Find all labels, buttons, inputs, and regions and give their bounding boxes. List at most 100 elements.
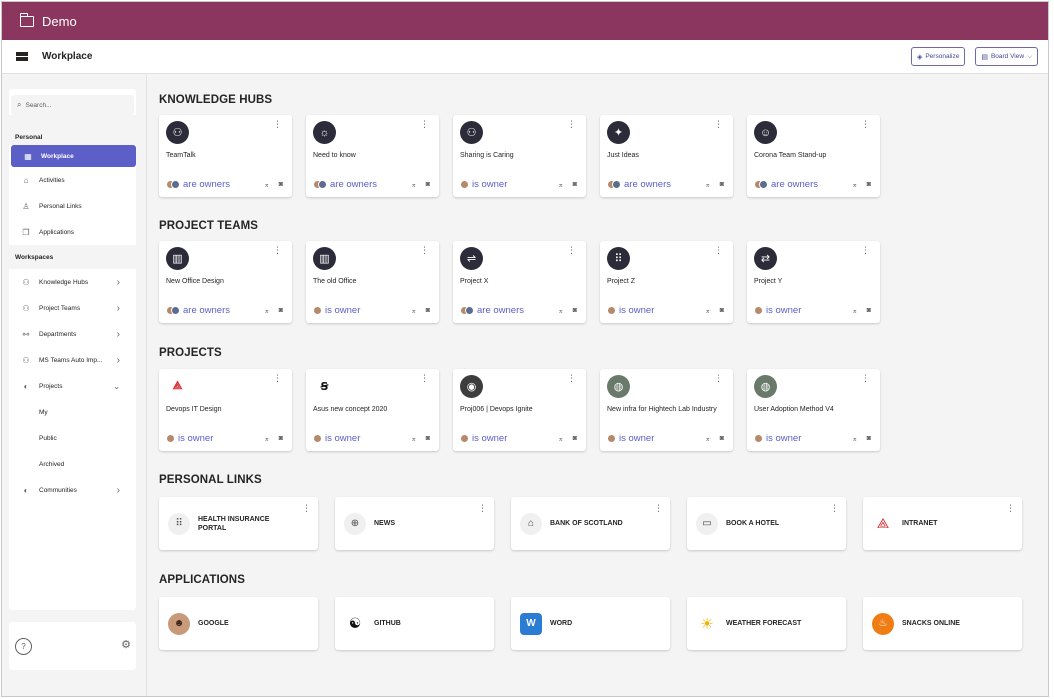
sidebar-item-personal-links[interactable]: ♙ Personal Links xyxy=(9,193,136,219)
workspace-card[interactable]: ☼ ⋮ Need to know are owners ⌅ ◙ xyxy=(306,115,439,197)
teams-app-icon[interactable]: ◙ xyxy=(279,307,283,315)
workspace-card[interactable]: ⟁ ⋮ Devops IT Design is owner ⌅ ◙ xyxy=(159,369,292,451)
teams-app-icon[interactable]: ◙ xyxy=(279,435,283,443)
link-card[interactable]: ♨ SNACKS ONLINE xyxy=(863,597,1022,650)
sidebar-subitem-archived[interactable]: Archived xyxy=(9,451,136,477)
pin-icon[interactable]: ⌅ xyxy=(264,435,270,443)
teams-app-icon[interactable]: ◙ xyxy=(573,181,577,189)
workspace-card[interactable]: Ꞩ ⋮ Asus new concept 2020 is owner ⌅ ◙ xyxy=(306,369,439,451)
more-options-icon[interactable]: ⋮ xyxy=(567,374,576,383)
link-card[interactable]: ⊕ NEWS ⋮ xyxy=(335,497,494,550)
sidebar-item-project-teams[interactable]: ⚇ Project Teams › xyxy=(9,295,136,321)
pin-icon[interactable]: ⌅ xyxy=(705,435,711,443)
card-actions: ⌅ ◙ xyxy=(255,307,283,315)
sidebar-item-departments[interactable]: ⚯ Departments › xyxy=(9,321,136,347)
sidebar-item-ms-teams-auto-import[interactable]: ⚇ MS Teams Auto Imp... › xyxy=(9,347,136,373)
workspace-card[interactable]: ⚇ ⋮ Sharing is Caring is owner ⌅ ◙ xyxy=(453,115,586,197)
more-options-icon[interactable]: ⋮ xyxy=(861,120,870,129)
teams-app-icon[interactable]: ◙ xyxy=(720,435,724,443)
pin-icon[interactable]: ⌅ xyxy=(852,307,858,315)
pin-icon[interactable]: ⌅ xyxy=(411,435,417,443)
pin-icon[interactable]: ⌅ xyxy=(852,181,858,189)
teams-app-icon[interactable]: ◙ xyxy=(867,435,871,443)
pin-icon[interactable]: ⌅ xyxy=(558,307,564,315)
link-card[interactable]: ☻ GOOGLE xyxy=(159,597,318,650)
owner-label: is owner xyxy=(472,433,508,444)
teams-app-icon[interactable]: ◙ xyxy=(867,307,871,315)
sidebar-item-workplace[interactable]: ▦ Workplace xyxy=(11,145,136,167)
pin-icon[interactable]: ⌅ xyxy=(558,435,564,443)
personalize-button[interactable]: ◈ Personalize xyxy=(910,47,966,66)
folder-icon xyxy=(19,12,34,27)
workspace-card[interactable]: ◉ ⋮ Proj006 | Devops Ignite is owner ⌅ ◙ xyxy=(453,369,586,451)
more-options-icon[interactable]: ⋮ xyxy=(654,503,663,514)
sidebar-subitem-my[interactable]: My xyxy=(9,399,136,425)
teams-app-icon[interactable]: ◙ xyxy=(573,435,577,443)
teams-app-icon[interactable]: ◙ xyxy=(279,181,283,189)
sidebar-item-communities[interactable]: ◐ Communities › xyxy=(9,477,136,503)
workspace-card[interactable]: ⇌ ⋮ Project Xare owners ⌅ ◙ xyxy=(453,241,586,323)
pin-icon[interactable]: ⌅ xyxy=(852,435,858,443)
link-card[interactable]: ⟁ INTRANET ⋮ xyxy=(863,497,1022,550)
pin-icon[interactable]: ⌅ xyxy=(264,307,270,315)
more-options-icon[interactable]: ⋮ xyxy=(420,374,429,383)
sidebar-item-activities[interactable]: ⌂ Activities xyxy=(9,167,136,193)
hamburger-menu-icon[interactable] xyxy=(16,51,28,62)
help-icon[interactable]: ? xyxy=(15,638,32,655)
workspace-card[interactable]: ☺ ⋮ Corona Team Stand-up are owners ⌅ ◙ xyxy=(747,115,880,197)
link-card[interactable]: ⌂ BANK OF SCOTLAND ⋮ xyxy=(511,497,670,550)
link-card[interactable]: W WORD xyxy=(511,597,670,650)
workspace-card[interactable]: ⇄ ⋮ Project Yis owner ⌅ ◙ xyxy=(747,241,880,323)
workspace-card[interactable]: ◍ ⋮ User Adoption Method V4 is owner ⌅ ◙ xyxy=(747,369,880,451)
more-options-icon[interactable]: ⋮ xyxy=(302,503,311,514)
workspace-card[interactable]: ▥ ⋮ The old Office is owner ⌅ ◙ xyxy=(306,241,439,323)
owner-label: is owner xyxy=(325,433,361,444)
board-view-dropdown[interactable]: ▤ Board View ⌵ xyxy=(975,47,1038,66)
more-options-icon[interactable]: ⋮ xyxy=(420,120,429,129)
workspace-card[interactable]: ✦ ⋮ Just Ideas are owners ⌅ ◙ xyxy=(600,115,733,197)
more-options-icon[interactable]: ⋮ xyxy=(478,503,487,514)
pin-icon[interactable]: ⌅ xyxy=(558,181,564,189)
link-card[interactable]: ☀ WEATHER FORECAST xyxy=(687,597,846,650)
pin-icon[interactable]: ⌅ xyxy=(705,181,711,189)
more-options-icon[interactable]: ⋮ xyxy=(830,503,839,514)
more-options-icon[interactable]: ⋮ xyxy=(273,246,282,255)
teams-app-icon[interactable]: ◙ xyxy=(720,307,724,315)
card-actions: ⌅ ◙ xyxy=(696,181,724,189)
pin-icon[interactable]: ⌅ xyxy=(411,307,417,315)
workspace-card[interactable]: ◍ ⋮ New infra for Hightech Lab Industry is … xyxy=(600,369,733,451)
pin-icon[interactable]: ⌅ xyxy=(411,181,417,189)
more-options-icon[interactable]: ⋮ xyxy=(714,374,723,383)
more-options-icon[interactable]: ⋮ xyxy=(567,120,576,129)
more-options-icon[interactable]: ⋮ xyxy=(273,374,282,383)
teams-app-icon[interactable]: ◙ xyxy=(426,307,430,315)
sidebar-subitem-public[interactable]: Public xyxy=(9,425,136,451)
more-options-icon[interactable]: ⋮ xyxy=(1006,503,1015,514)
teams-app-icon[interactable]: ◙ xyxy=(867,181,871,189)
more-options-icon[interactable]: ⋮ xyxy=(420,246,429,255)
sidebar-item-projects[interactable]: ◐ Projects ⌄ xyxy=(9,373,136,399)
more-options-icon[interactable]: ⋮ xyxy=(714,120,723,129)
teams-app-icon[interactable]: ◙ xyxy=(720,181,724,189)
more-options-icon[interactable]: ⋮ xyxy=(861,246,870,255)
teams-app-icon[interactable]: ◙ xyxy=(573,307,577,315)
workspace-card[interactable]: ⚇ ⋮ TeamTalk are owners ⌅ ◙ xyxy=(159,115,292,197)
search-input[interactable]: ⌕ Search... xyxy=(11,95,134,115)
teams-app-icon[interactable]: ◙ xyxy=(426,435,430,443)
link-card[interactable]: ⠿ HEALTH INSURANCE PORTAL ⋮ xyxy=(159,497,318,550)
more-options-icon[interactable]: ⋮ xyxy=(567,246,576,255)
workspace-card[interactable]: ▥ ⋮ New Office Design are owners ⌅ ◙ xyxy=(159,241,292,323)
link-card[interactable]: ▭ BOOK A HOTEL ⋮ xyxy=(687,497,846,550)
link-card[interactable]: ☯ GITHUB xyxy=(335,597,494,650)
more-options-icon[interactable]: ⋮ xyxy=(714,246,723,255)
more-options-icon[interactable]: ⋮ xyxy=(861,374,870,383)
more-options-icon[interactable]: ⋮ xyxy=(273,120,282,129)
pin-icon[interactable]: ⌅ xyxy=(705,307,711,315)
pin-icon[interactable]: ⌅ xyxy=(264,181,270,189)
workspace-card[interactable]: ⠿ ⋮ Project Zis owner ⌅ ◙ xyxy=(600,241,733,323)
building-icon: ▥ xyxy=(166,247,189,270)
sidebar-item-applications[interactable]: ❐ Applications xyxy=(9,219,136,245)
gear-icon[interactable]: ⚙ xyxy=(121,638,131,651)
sidebar-item-knowledge-hubs[interactable]: ⚇ Knowledge Hubs › xyxy=(9,269,136,295)
teams-app-icon[interactable]: ◙ xyxy=(426,181,430,189)
